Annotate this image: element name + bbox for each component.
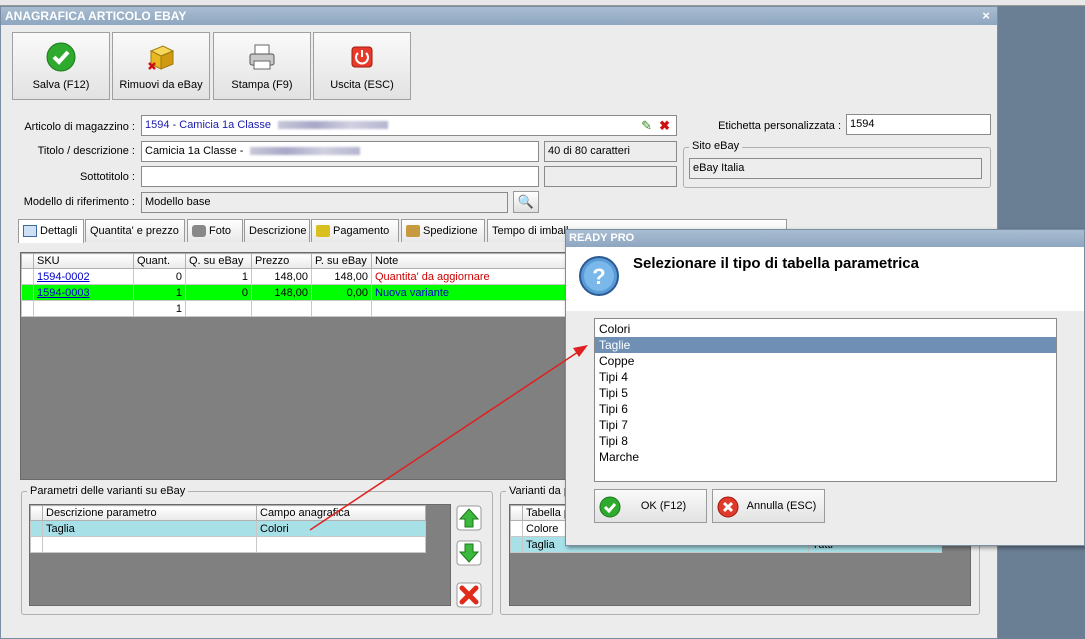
- arrow-head: [573, 345, 588, 357]
- annotation-arrow: [309, 345, 588, 531]
